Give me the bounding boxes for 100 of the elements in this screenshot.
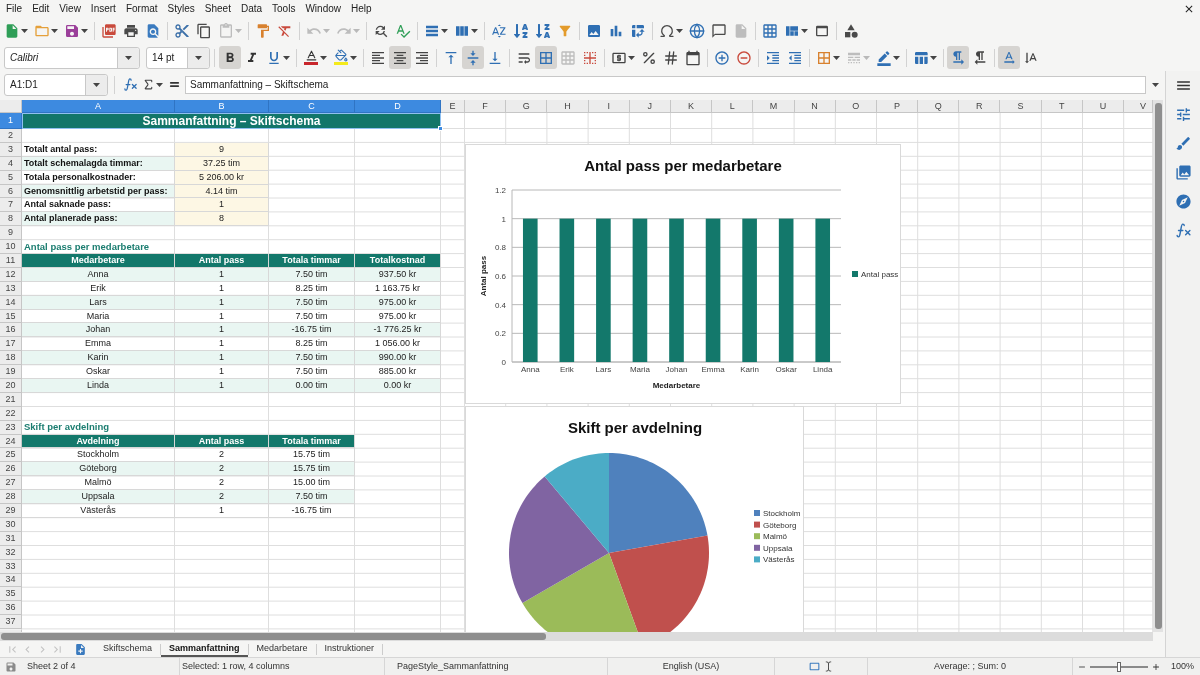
vertical-scrollbar[interactable] — [1153, 100, 1163, 632]
column-header[interactable]: G — [506, 100, 548, 113]
menu-item[interactable]: Insert — [85, 0, 121, 18]
menu-item[interactable]: Sheet — [199, 0, 236, 18]
column-heading: Totalkostnad — [355, 254, 441, 268]
left-to-right-button[interactable] — [947, 46, 969, 69]
table-cell: -16.75 tim — [269, 323, 355, 338]
font-color-icon — [303, 49, 319, 66]
menu-item[interactable]: Styles — [162, 0, 200, 18]
menu-item[interactable]: Data — [235, 0, 268, 18]
column-heading: Medarbetare — [22, 254, 175, 268]
caret-icon — [471, 29, 478, 33]
fill-handle-icon[interactable] — [438, 126, 443, 131]
row-header[interactable]: 28 — [0, 490, 22, 505]
row-header[interactable]: 11 — [0, 254, 22, 268]
column-header[interactable]: F — [465, 100, 507, 113]
menu-item[interactable]: Tools — [267, 0, 301, 18]
column-header[interactable]: Q — [918, 100, 960, 113]
name-box-field[interactable]: A1:D1 — [4, 73, 108, 96]
row-header[interactable]: 17 — [0, 337, 22, 352]
row-header[interactable]: 7 — [0, 198, 22, 213]
menu-item[interactable]: Edit — [27, 0, 55, 18]
bold-button[interactable] — [219, 46, 241, 69]
caret-icon — [320, 55, 327, 60]
sort-icon — [491, 23, 507, 39]
column-header[interactable]: E — [441, 100, 465, 113]
align-center-button[interactable] — [389, 46, 411, 69]
font-name-field[interactable]: Calibri — [4, 46, 140, 69]
tick-label: 0.6 — [494, 272, 506, 281]
column-header[interactable]: H — [547, 100, 589, 113]
language-text: English (USA) — [662, 659, 720, 673]
horizontal-text-button[interactable] — [998, 46, 1020, 69]
column-header[interactable]: A — [22, 100, 175, 113]
menu-item[interactable]: Window — [300, 0, 346, 18]
row-header[interactable]: 19 — [0, 365, 22, 380]
column-header[interactable]: B — [175, 100, 269, 113]
find-replace-icon — [373, 23, 389, 39]
align-middle-icon — [465, 49, 481, 66]
column-header[interactable]: V — [1124, 100, 1153, 113]
menu-item[interactable]: File — [1, 0, 28, 18]
row-header[interactable]: 18 — [0, 351, 22, 366]
column-header[interactable]: K — [670, 100, 713, 113]
column-header[interactable]: T — [1041, 100, 1083, 113]
column-header[interactable]: S — [1000, 100, 1042, 113]
row-header[interactable]: 1 — [0, 113, 22, 129]
font-size-field[interactable]: 14 pt — [146, 46, 210, 69]
row-header[interactable]: 35 — [0, 587, 22, 602]
section-heading: Skift per avdelning — [22, 420, 175, 435]
table-cell: Linda — [22, 379, 175, 393]
align-right-icon — [414, 49, 430, 66]
column-header[interactable]: L — [712, 100, 754, 113]
column-header[interactable]: D — [355, 100, 441, 113]
formula-input-field[interactable]: Sammanfattning – Skiftschema — [185, 75, 1146, 94]
row-header[interactable]: 25 — [0, 448, 22, 463]
column-header[interactable]: C — [269, 100, 355, 113]
merge-center-button[interactable] — [535, 46, 557, 69]
table-cell: Johan — [22, 323, 175, 338]
sheet-tab[interactable]: Skiftschema — [95, 641, 161, 657]
tick-label: Emma — [701, 365, 725, 374]
align-middle-button[interactable] — [462, 46, 484, 69]
row-header[interactable]: 37 — [0, 615, 22, 630]
row-header[interactable]: 26 — [0, 462, 22, 477]
menu-item[interactable]: View — [54, 0, 86, 18]
close-icon — [1183, 3, 1195, 15]
row-header[interactable]: 9 — [0, 226, 22, 241]
sheet-tab[interactable]: Medarbetare — [248, 641, 316, 657]
slider-thumb[interactable] — [1117, 661, 1121, 672]
table-cell: 2 — [175, 490, 269, 505]
table-cell: 7.50 tim — [269, 490, 355, 505]
column-header[interactable]: O — [835, 100, 877, 113]
menu-item[interactable]: Help — [346, 0, 377, 18]
row-header[interactable]: 36 — [0, 601, 22, 616]
row-header[interactable]: 16 — [0, 323, 22, 338]
caret-icon — [441, 29, 448, 33]
legend-label: Malmö — [763, 532, 787, 542]
column-header[interactable]: U — [1082, 100, 1124, 113]
row-header[interactable]: 2 — [0, 129, 22, 143]
dropdown-button[interactable] — [85, 74, 107, 95]
column-header[interactable]: J — [629, 100, 671, 113]
row-header[interactable]: 8 — [0, 212, 22, 227]
column-header[interactable]: N — [794, 100, 836, 113]
column-header[interactable]: I — [588, 100, 630, 113]
dropdown-button[interactable] — [187, 47, 209, 68]
sheet-tab[interactable]: Instruktioner — [316, 641, 383, 657]
horizontal-scrollbar[interactable] — [0, 632, 1153, 641]
row-header[interactable]: 29 — [0, 504, 22, 518]
tick-label: Lars — [595, 365, 612, 374]
selection-text: Selected: 1 row, 4 columns — [182, 659, 290, 673]
row-header[interactable]: 27 — [0, 476, 22, 491]
column-header[interactable]: P — [876, 100, 919, 113]
dropdown-button[interactable] — [117, 47, 139, 68]
stat-value: 8 — [175, 212, 269, 227]
column-header[interactable]: R — [959, 100, 1001, 113]
row-header[interactable]: 10 — [0, 240, 22, 254]
row-header[interactable]: 20 — [0, 379, 22, 393]
caret-icon — [51, 29, 58, 33]
column-header[interactable]: M — [753, 100, 795, 113]
align-center-icon — [392, 49, 408, 66]
legend-label: Västerås — [763, 555, 795, 565]
menu-item[interactable]: Format — [120, 0, 163, 18]
